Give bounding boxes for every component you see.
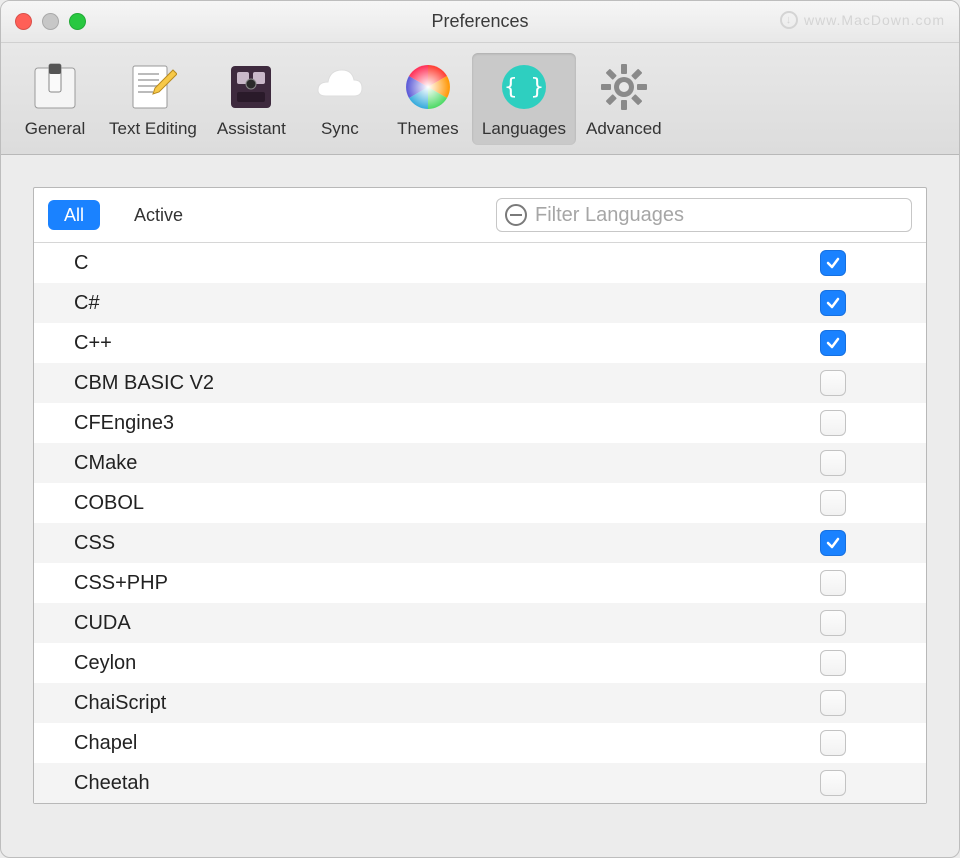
language-row: COBOL bbox=[34, 483, 926, 523]
traffic-lights bbox=[15, 13, 86, 30]
language-name: CSS bbox=[74, 532, 820, 555]
close-button[interactable] bbox=[15, 13, 32, 30]
tab-label: Text Editing bbox=[109, 119, 197, 139]
language-row: Chapel bbox=[34, 723, 926, 763]
watermark-icon: ↓ bbox=[780, 11, 798, 29]
language-row: C bbox=[34, 243, 926, 283]
filter-field[interactable] bbox=[496, 198, 912, 232]
cloud-icon bbox=[314, 61, 366, 113]
language-row: Cheetah bbox=[34, 763, 926, 803]
tab-sync[interactable]: Sync bbox=[296, 53, 384, 145]
tab-label: General bbox=[25, 119, 85, 139]
language-name: C# bbox=[74, 292, 820, 315]
language-row: CSS bbox=[34, 523, 926, 563]
filter-all-button[interactable]: All bbox=[48, 200, 100, 230]
language-name: C++ bbox=[74, 332, 820, 355]
tab-themes[interactable]: Themes bbox=[384, 53, 472, 145]
panel-header: All Active bbox=[34, 188, 926, 243]
document-pencil-icon bbox=[127, 61, 179, 113]
content-area: All Active C C# C++ CBM BASIC V2 CFEngine3 CM… bbox=[1, 155, 959, 836]
filter-active-button[interactable]: Active bbox=[118, 200, 199, 230]
watermark: ↓ www.MacDown.com bbox=[780, 11, 945, 29]
language-checkbox[interactable] bbox=[820, 250, 846, 276]
language-checkbox[interactable] bbox=[820, 570, 846, 596]
language-row: C# bbox=[34, 283, 926, 323]
tab-label: Themes bbox=[397, 119, 458, 139]
tab-label: Sync bbox=[321, 119, 359, 139]
zoom-button[interactable] bbox=[69, 13, 86, 30]
switch-icon bbox=[29, 61, 81, 113]
tab-label: Advanced bbox=[586, 119, 662, 139]
language-row: CFEngine3 bbox=[34, 403, 926, 443]
tab-text-editing[interactable]: Text Editing bbox=[99, 53, 207, 145]
language-row: CBM BASIC V2 bbox=[34, 363, 926, 403]
gear-icon bbox=[598, 61, 650, 113]
language-checkbox[interactable] bbox=[820, 490, 846, 516]
preferences-window: Preferences ↓ www.MacDown.com General bbox=[0, 0, 960, 858]
toolbar: General Text Editing bbox=[1, 43, 959, 155]
language-checkbox[interactable] bbox=[820, 530, 846, 556]
language-checkbox[interactable] bbox=[820, 330, 846, 356]
tab-advanced[interactable]: Advanced bbox=[576, 53, 672, 145]
language-name: ChaiScript bbox=[74, 692, 820, 715]
language-name: CUDA bbox=[74, 612, 820, 635]
language-checkbox[interactable] bbox=[820, 650, 846, 676]
language-checkbox[interactable] bbox=[820, 610, 846, 636]
tab-label: Assistant bbox=[217, 119, 286, 139]
language-row: CSS+PHP bbox=[34, 563, 926, 603]
filter-icon bbox=[505, 204, 527, 226]
tab-label: Languages bbox=[482, 119, 566, 139]
titlebar: Preferences ↓ www.MacDown.com bbox=[1, 1, 959, 43]
language-name: COBOL bbox=[74, 492, 820, 515]
language-name: CFEngine3 bbox=[74, 412, 820, 435]
tab-assistant[interactable]: Assistant bbox=[207, 53, 296, 145]
language-row: CUDA bbox=[34, 603, 926, 643]
language-checkbox[interactable] bbox=[820, 770, 846, 796]
language-name: Chapel bbox=[74, 732, 820, 755]
language-name: Ceylon bbox=[74, 652, 820, 675]
language-name: CSS+PHP bbox=[74, 572, 820, 595]
language-checkbox[interactable] bbox=[820, 730, 846, 756]
language-checkbox[interactable] bbox=[820, 410, 846, 436]
language-row: C++ bbox=[34, 323, 926, 363]
color-wheel-icon bbox=[402, 61, 454, 113]
minimize-button[interactable] bbox=[42, 13, 59, 30]
assistant-icon bbox=[225, 61, 277, 113]
language-checkbox[interactable] bbox=[820, 450, 846, 476]
watermark-text: www.MacDown.com bbox=[804, 12, 945, 28]
svg-text:{ }: { } bbox=[504, 75, 544, 100]
language-row: Ceylon bbox=[34, 643, 926, 683]
braces-icon: { } bbox=[498, 61, 550, 113]
language-name: C bbox=[74, 252, 820, 275]
language-name: Cheetah bbox=[74, 772, 820, 795]
languages-panel: All Active C C# C++ CBM BASIC V2 CFEngine3 CM… bbox=[33, 187, 927, 804]
language-checkbox[interactable] bbox=[820, 690, 846, 716]
language-row: ChaiScript bbox=[34, 683, 926, 723]
language-name: CBM BASIC V2 bbox=[74, 372, 820, 395]
language-row: CMake bbox=[34, 443, 926, 483]
tab-languages[interactable]: { } Languages bbox=[472, 53, 576, 145]
window-title: Preferences bbox=[431, 11, 528, 32]
language-checkbox[interactable] bbox=[820, 290, 846, 316]
language-name: CMake bbox=[74, 452, 820, 475]
tab-general[interactable]: General bbox=[11, 53, 99, 145]
filter-input[interactable] bbox=[535, 204, 903, 227]
languages-list: C C# C++ CBM BASIC V2 CFEngine3 CMake COBOL CSS… bbox=[34, 243, 926, 803]
language-checkbox[interactable] bbox=[820, 370, 846, 396]
